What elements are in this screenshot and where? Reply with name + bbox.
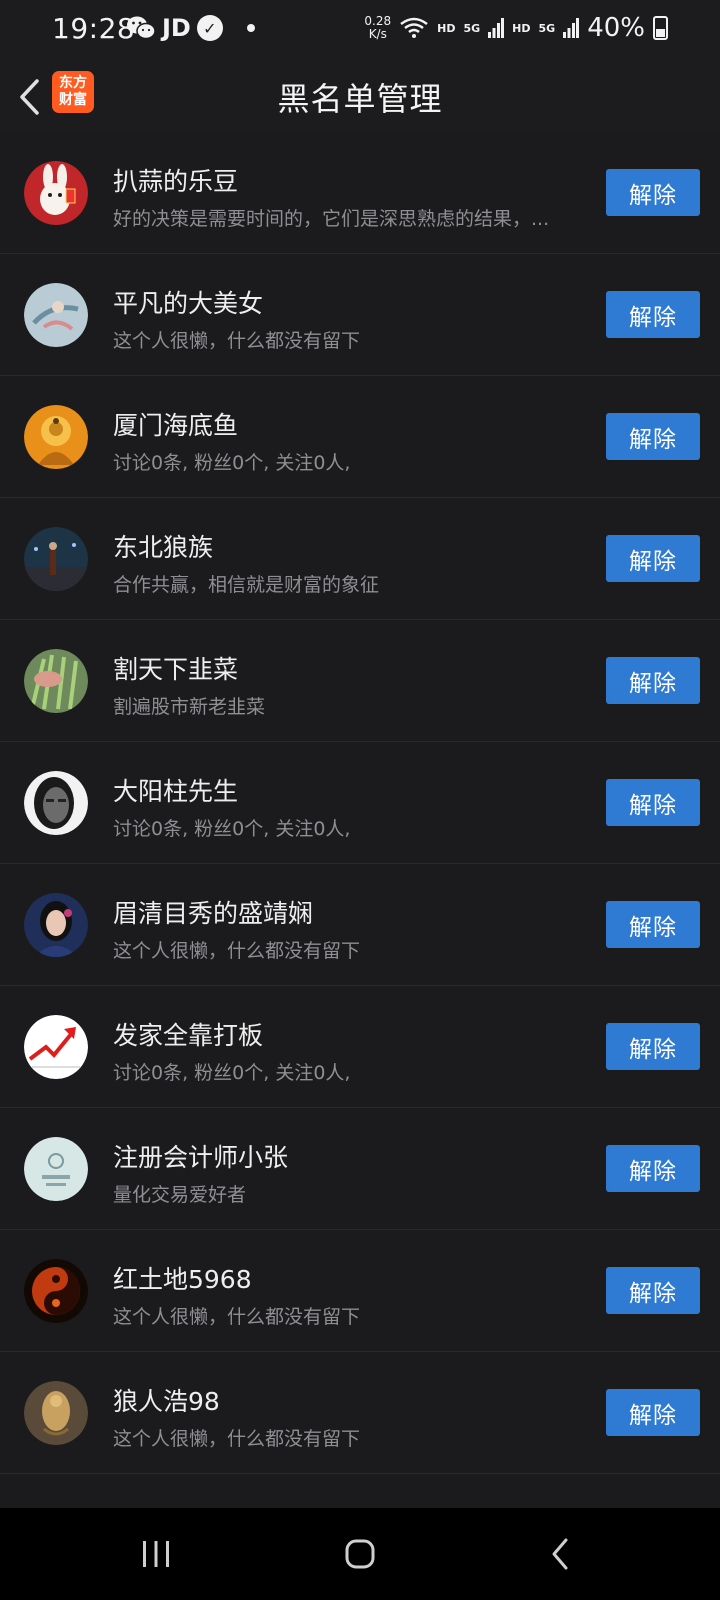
hd-label-1: HD [437, 21, 456, 35]
woman-portrait-avatar[interactable] [24, 893, 88, 957]
carving-avatar[interactable] [24, 1381, 88, 1445]
list-item: 东北狼族 合作共赢，相信就是财富的象征 解除 [0, 498, 720, 620]
user-name[interactable]: 狼人浩98 [113, 1382, 220, 1418]
list-item: 扒蒜的乐豆 好的决策是需要时间的，它们是深思熟虑的结果，... 解除 [0, 132, 720, 254]
hd-label-2: HD [512, 21, 531, 35]
list-item: 平凡的大美女 这个人很懒，什么都没有留下 解除 [0, 254, 720, 376]
status-time: 19:28 [52, 12, 136, 45]
user-bio: 割遍股市新老韭菜 [113, 696, 266, 718]
remove-button[interactable]: 解除 [606, 291, 700, 338]
user-name[interactable]: 注册会计师小张 [113, 1138, 288, 1174]
home-button[interactable] [338, 1534, 382, 1574]
remove-button[interactable]: 解除 [606, 1267, 700, 1314]
user-bio: 量化交易爱好者 [113, 1184, 247, 1206]
status-notification-icons: JD ✓ [126, 14, 255, 42]
network-speed: 0.28 K/s [364, 15, 391, 41]
home-icon [345, 1539, 375, 1569]
battery-percent: 40% [587, 13, 645, 43]
user-bio: 讨论0条, 粉丝0个, 关注0人, [113, 818, 351, 840]
system-nav-bar [0, 1508, 720, 1600]
remove-button[interactable]: 解除 [606, 413, 700, 460]
page-title: 黑名单管理 [277, 80, 443, 118]
battery-icon [653, 16, 668, 40]
user-bio: 这个人很懒，什么都没有留下 [113, 940, 361, 962]
user-bio: 讨论0条, 粉丝0个, 关注0人, [113, 1062, 351, 1084]
list-item: 发家全靠打板 讨论0条, 粉丝0个, 关注0人, 解除 [0, 986, 720, 1108]
jd-icon: JD [162, 14, 191, 42]
remove-button[interactable]: 解除 [606, 779, 700, 826]
wifi-icon [400, 17, 428, 38]
user-name[interactable]: 平凡的大美女 [113, 284, 263, 320]
remove-button[interactable]: 解除 [606, 169, 700, 216]
remove-button[interactable]: 解除 [606, 657, 700, 704]
status-bar: 19:28 JD ✓ 0.28 K/s HD 5G HD 5G 40% [0, 0, 720, 62]
list-item: 厦门海底鱼 讨论0条, 粉丝0个, 关注0人, 解除 [0, 376, 720, 498]
network-speed-unit: K/s [368, 27, 387, 41]
5g-label-2: 5G [538, 21, 556, 35]
list-item: 眉清目秀的盛靖娴 这个人很懒，什么都没有留下 解除 [0, 864, 720, 986]
header-bar: 东方 财富 黑名单管理 [0, 62, 720, 132]
user-bio: 合作共赢，相信就是财富的象征 [113, 574, 380, 596]
buddha-avatar[interactable] [24, 405, 88, 469]
wechat-icon [127, 16, 156, 40]
recent-apps-icon [143, 1541, 169, 1567]
remove-button[interactable]: 解除 [606, 1023, 700, 1070]
painting-avatar[interactable] [24, 283, 88, 347]
user-name[interactable]: 扒蒜的乐豆 [113, 162, 238, 198]
list-item: 狼人浩98 这个人很懒，什么都没有留下 解除 [0, 1352, 720, 1474]
more-notifications-dot-icon [246, 24, 255, 32]
list-item: 大阳柱先生 讨论0条, 粉丝0个, 关注0人, 解除 [0, 742, 720, 864]
chives-avatar[interactable] [24, 649, 88, 713]
night-street-avatar[interactable] [24, 527, 88, 591]
5g-label-1: 5G [463, 21, 481, 35]
system-back-button[interactable] [538, 1534, 582, 1574]
user-bio: 这个人很懒，什么都没有留下 [113, 1428, 361, 1450]
signal-icon-1 [488, 18, 505, 38]
blacklist: 扒蒜的乐豆 好的决策是需要时间的，它们是深思熟虑的结果，... 解除 平凡的大美… [0, 132, 720, 1474]
user-bio: 讨论0条, 粉丝0个, 关注0人, [113, 452, 351, 474]
user-name[interactable]: 割天下韭菜 [113, 650, 238, 686]
list-item: 割天下韭菜 割遍股市新老韭菜 解除 [0, 620, 720, 742]
check-badge-icon: ✓ [196, 15, 223, 41]
user-name[interactable]: 东北狼族 [113, 528, 213, 564]
user-bio: 这个人很懒，什么都没有留下 [113, 1306, 361, 1328]
screen: 19:28 JD ✓ 0.28 K/s HD 5G HD 5G 40% 东方 财… [0, 0, 720, 1600]
user-name[interactable]: 厦门海底鱼 [113, 406, 238, 442]
user-bio: 好的决策是需要时间的，它们是深思熟虑的结果，... [113, 208, 550, 230]
old-man-portrait-avatar[interactable] [24, 771, 88, 835]
red-up-arrow-avatar[interactable] [24, 1015, 88, 1079]
back-icon [552, 1538, 568, 1570]
list-item: 红土地5968 这个人很懒，什么都没有留下 解除 [0, 1230, 720, 1352]
user-name[interactable]: 大阳柱先生 [113, 772, 238, 808]
user-bio: 这个人很懒，什么都没有留下 [113, 330, 361, 352]
remove-button[interactable]: 解除 [606, 1145, 700, 1192]
status-system-icons: 0.28 K/s HD 5G HD 5G 40% [364, 13, 668, 43]
signal-icon-2 [563, 18, 580, 38]
seal-avatar[interactable] [24, 1137, 88, 1201]
rabbit-avatar[interactable] [24, 161, 88, 225]
user-name[interactable]: 红土地5968 [113, 1260, 252, 1296]
yin-yang-avatar[interactable] [24, 1259, 88, 1323]
user-name[interactable]: 发家全靠打板 [113, 1016, 263, 1052]
list-item: 注册会计师小张 量化交易爱好者 解除 [0, 1108, 720, 1230]
remove-button[interactable]: 解除 [606, 1389, 700, 1436]
remove-button[interactable]: 解除 [606, 535, 700, 582]
remove-button[interactable]: 解除 [606, 901, 700, 948]
recent-apps-button[interactable] [134, 1534, 178, 1574]
user-name[interactable]: 眉清目秀的盛靖娴 [113, 894, 313, 930]
